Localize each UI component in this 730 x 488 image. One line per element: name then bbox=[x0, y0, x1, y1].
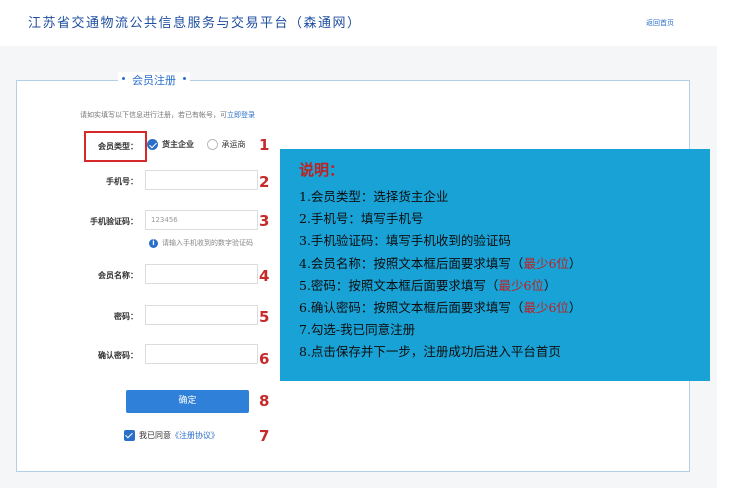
password-input[interactable] bbox=[145, 305, 258, 325]
step-number-5: 5 bbox=[259, 308, 270, 326]
member-name-label: 会员名称： bbox=[98, 271, 138, 280]
line-text: 6.确认密码：按照文本框后面要求填写（ bbox=[299, 300, 524, 316]
line-text: 3.手机验证码：填写手机收到的验证码 bbox=[299, 233, 511, 249]
sms-code-input[interactable]: 123456 bbox=[145, 210, 258, 230]
sms-code-hint-text: 请输入手机收到的数字验证码 bbox=[162, 239, 253, 247]
notice: 请如实填写以下信息进行注册，若已有帐号，可立即登录 bbox=[80, 110, 255, 120]
form-legend: 会员注册 bbox=[118, 72, 190, 88]
line-text: 8.点击保存并下一步，注册成功后进入平台首页 bbox=[299, 344, 561, 360]
home-link[interactable]: 返回首页 bbox=[646, 18, 674, 28]
phone-input[interactable] bbox=[145, 170, 258, 190]
radio-shipper[interactable]: 货主企业 bbox=[147, 139, 194, 150]
explanation-line: 4.会员名称：按照文本框后面要求填写（最少6位） bbox=[299, 253, 710, 275]
step-number-8: 8 bbox=[259, 392, 270, 410]
agreement-text: 我已同意 bbox=[139, 431, 171, 440]
confirm-password-label: 确认密码： bbox=[98, 351, 138, 360]
legend-dot-left bbox=[122, 77, 125, 80]
agreement-checkbox[interactable] bbox=[124, 430, 135, 441]
member-name-input[interactable] bbox=[145, 264, 258, 284]
explanation-line: 7.勾选-我已同意注册 bbox=[299, 319, 710, 341]
line-text: 5.密码：按照文本框后面要求填写（ bbox=[299, 277, 499, 293]
step-number-2: 2 bbox=[259, 173, 270, 191]
explanation-line: 5.密码：按照文本框后面要求填写（最少6位） bbox=[299, 275, 710, 297]
sms-code-hint: i 请输入手机收到的数字验证码 bbox=[149, 238, 253, 248]
radio-checked-icon bbox=[147, 139, 158, 150]
step-number-6: 6 bbox=[259, 350, 270, 368]
explanation-box: 说明： 1.会员类型：选择货主企业 2.手机号：填写手机号 3.手机验证码：填写… bbox=[280, 149, 710, 381]
agreement-row: 我已同意 《注册协议》 bbox=[124, 430, 219, 441]
line-tail: ） bbox=[568, 255, 582, 271]
explanation-line: 2.手机号：填写手机号 bbox=[299, 208, 710, 230]
radio-shipper-label: 货主企业 bbox=[162, 140, 194, 149]
line-text: 4.会员名称：按照文本框后面要求填写（ bbox=[299, 255, 524, 271]
line-text: 7.勾选-我已同意注册 bbox=[299, 322, 416, 338]
sms-code-label: 手机验证码： bbox=[90, 217, 138, 226]
explanation-heading: 说明： bbox=[299, 161, 345, 179]
step-number-1: 1 bbox=[259, 136, 270, 154]
step-number-4: 4 bbox=[259, 267, 270, 285]
radio-carrier[interactable]: 承运商 bbox=[206, 139, 246, 150]
radio-unchecked-icon bbox=[206, 139, 218, 150]
site-title: 江苏省交通物流公共信息服务与交易平台（森通网） bbox=[28, 16, 362, 31]
info-icon: i bbox=[149, 238, 158, 248]
legend-text: 会员注册 bbox=[132, 74, 176, 87]
notice-text: 请如实填写以下信息进行注册，若已有帐号，可 bbox=[80, 111, 227, 119]
password-label: 密码： bbox=[114, 312, 138, 321]
phone-label: 手机号： bbox=[106, 177, 138, 186]
login-link[interactable]: 立即登录 bbox=[227, 111, 255, 119]
line-highlight: 最少6位 bbox=[498, 277, 544, 293]
explanation-line: 8.点击保存并下一步，注册成功后进入平台首页 bbox=[299, 341, 710, 363]
legend-dot-right bbox=[183, 77, 186, 80]
radio-carrier-label: 承运商 bbox=[221, 140, 246, 149]
step-number-3: 3 bbox=[259, 212, 270, 230]
confirm-button[interactable]: 确定 bbox=[126, 390, 249, 413]
line-tail: ） bbox=[543, 277, 557, 293]
line-highlight: 最少6位 bbox=[523, 255, 569, 271]
explanation-line: 6.确认密码：按照文本框后面要求填写（最少6位） bbox=[299, 297, 710, 319]
line-text: 2.手机号：填写手机号 bbox=[299, 211, 424, 227]
line-text: 1.会员类型：选择货主企业 bbox=[299, 189, 449, 204]
confirm-password-input[interactable] bbox=[145, 344, 258, 364]
line-highlight: 最少6位 bbox=[523, 300, 569, 316]
step-number-7: 7 bbox=[259, 427, 270, 445]
explanation-line: 3.手机验证码：填写手机收到的验证码 bbox=[299, 230, 710, 252]
member-type-radio-group: 货主企业 承运商 bbox=[147, 139, 256, 152]
line-tail: ） bbox=[568, 300, 582, 316]
explanation-line: 1.会员类型：选择货主企业 bbox=[299, 186, 710, 208]
member-type-label: 会员类型： bbox=[98, 142, 138, 151]
agreement-link[interactable]: 《注册协议》 bbox=[171, 430, 219, 441]
